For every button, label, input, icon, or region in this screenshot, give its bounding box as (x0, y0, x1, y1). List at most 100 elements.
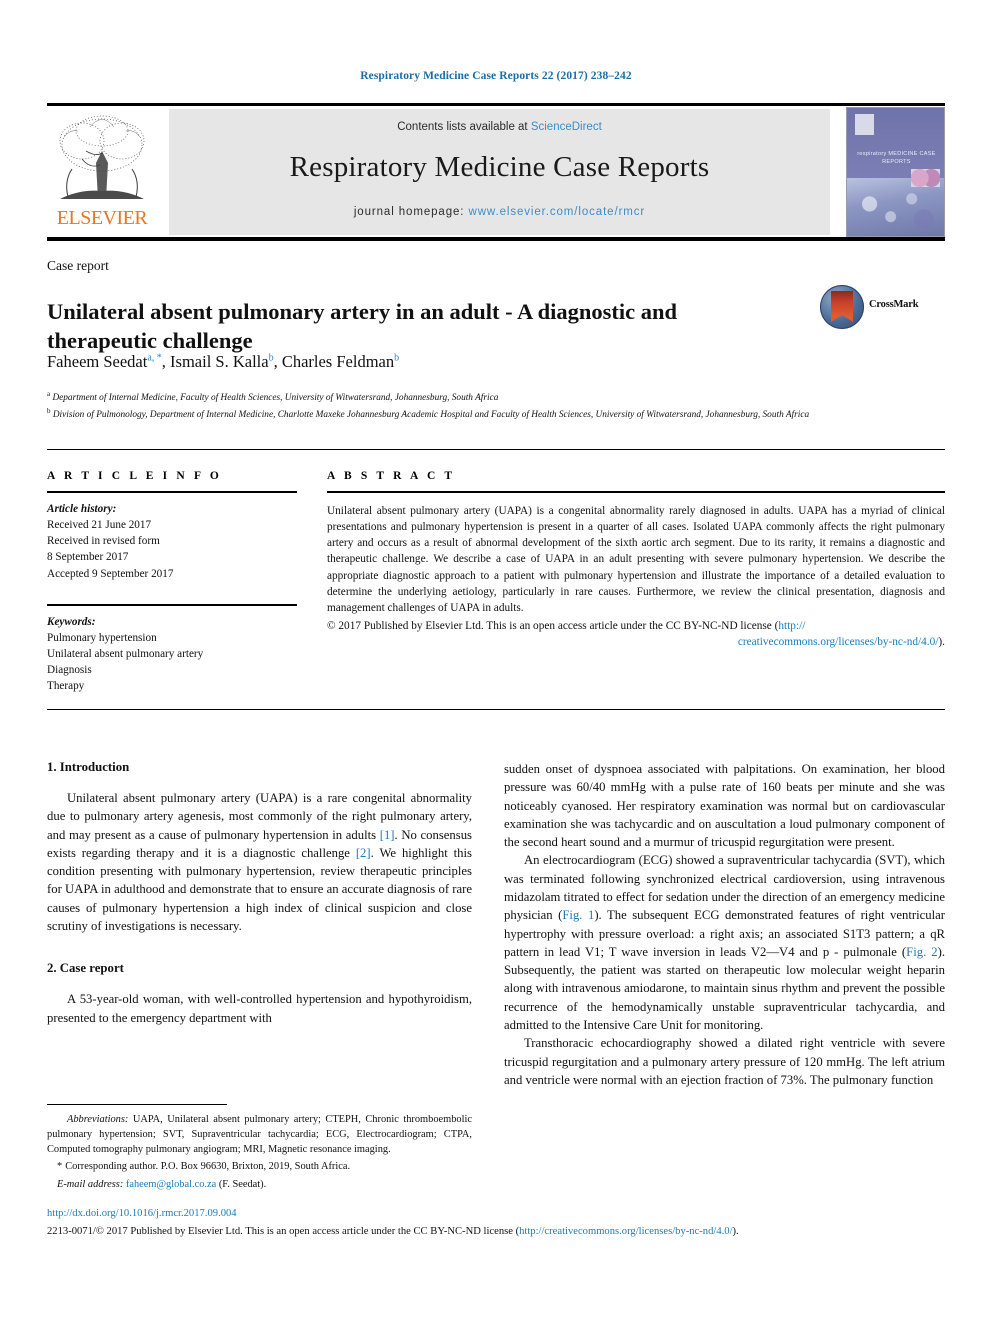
sciencedirect-link[interactable]: ScienceDirect (531, 121, 602, 133)
license-link-part2[interactable]: creativecommons.org/licenses/by-nc-nd/4.… (738, 636, 939, 648)
abstract-copyright-line: © 2017 Published by Elsevier Ltd. This i… (327, 618, 945, 634)
article-info-column: A R T I C L E I N F O Article history: R… (47, 470, 297, 694)
case-paragraph-1-left: A 53-year-old woman, with well-controlle… (47, 990, 472, 1027)
affiliation-list: a Department of Internal Medicine, Facul… (47, 389, 927, 422)
keyword-item-2[interactable]: Diagnosis (47, 662, 297, 678)
author-list: Faheem Seedata, *, Ismail S. Kalla b, Cha… (47, 352, 807, 372)
keyword-item-0[interactable]: Pulmonary hypertension (47, 630, 297, 646)
history-item-1: Received in revised form (47, 535, 160, 548)
abstract-column: A B S T R A C T Unilateral absent pulmon… (327, 470, 945, 650)
elsevier-wordmark: ELSEVIER (56, 207, 148, 229)
author-name-1[interactable]: Ismail S. Kalla (170, 352, 269, 371)
masthead-center-panel: Contents lists available at ScienceDirec… (169, 109, 830, 235)
affiliation-mark-a: a (47, 390, 51, 398)
figure-ref-1[interactable]: Fig. 1 (562, 908, 594, 922)
author-sep-1: , (273, 352, 282, 371)
abstract-license-line: creativecommons.org/licenses/by-nc-nd/4.… (327, 634, 945, 650)
history-item-2: 8 September 2017 (47, 551, 129, 564)
body-column-right: sudden onset of dyspnoea associated with… (504, 760, 945, 1089)
author-name-0[interactable]: Faheem Seedat (47, 352, 147, 371)
case-para1-start: A 53-year-old woman, with well-controlle… (47, 992, 472, 1025)
email-label: E-mail address: (57, 1179, 124, 1191)
affiliation-text-a: Department of Internal Medicine, Faculty… (52, 393, 499, 404)
copyright-suffix: ). (938, 636, 945, 649)
abstract-rule (327, 491, 945, 493)
journal-cover-thumbnail: respiratory MEDICINE CASE REPORTS (846, 107, 945, 237)
issn-prefix: 2213-0071/© 2017 Published by Elsevier L… (47, 1226, 520, 1237)
keyword-item-1[interactable]: Unilateral absent pulmonary artery (47, 646, 297, 662)
affiliation-mark-b: b (47, 406, 51, 415)
abstract-text: Unilateral absent pulmonary artery (UAPA… (327, 505, 945, 614)
crossmark-label: CrossMark (869, 299, 919, 310)
journal-homepage-line: journal homepage: www.elsevier.com/locat… (169, 206, 830, 218)
contents-prefix: Contents lists available at (397, 121, 531, 133)
figure-ref-2[interactable]: Fig. 2 (906, 945, 937, 959)
case-paragraph-3: Transthoracic echocardiography showed a … (504, 1036, 945, 1087)
author-marks-0: a, * (147, 352, 162, 364)
journal-article-page: Respiratory Medicine Case Reports 22 (20… (0, 0, 992, 1323)
corresponding-author-note: * Corresponding author. P.O. Box 96630, B… (47, 1160, 472, 1175)
article-history-group: Article history: Received 21 June 2017 R… (47, 501, 297, 582)
email-link[interactable]: faheem@global.co.za (126, 1179, 216, 1190)
elsevier-logo: ELSEVIER (47, 109, 157, 235)
author-sep-0: , (161, 352, 171, 371)
cover-cell-micrograph (854, 180, 937, 233)
keywords-group: Keywords: Pulmonary hypertension Unilate… (47, 614, 297, 695)
cover-elsevier-mark (854, 114, 875, 135)
doi-link[interactable]: http://dx.doi.org/10.1016/j.rmcr.2017.09… (47, 1208, 237, 1219)
running-head: Respiratory Medicine Case Reports 22 (20… (360, 70, 632, 82)
footnote-block: Abbreviations: UAPA, Unilateral absent p… (47, 1113, 472, 1193)
section-heading-introduction: 1. Introduction (47, 760, 130, 774)
email-owner: (F. Seedat). (218, 1179, 267, 1191)
abstract-block-bottom-rule (47, 709, 945, 710)
article-info-heading: A R T I C L E I N F O (47, 470, 222, 482)
issn-suffix: ). (732, 1226, 739, 1237)
footnote-separator-rule (47, 1104, 227, 1105)
section-heading-case-report: 2. Case report (47, 961, 124, 976)
article-type: Case report (47, 258, 109, 273)
issn-license-link[interactable]: http://creativecommons.org/licenses/by-n… (519, 1226, 732, 1237)
contents-available-line: Contents lists available at ScienceDirec… (169, 121, 830, 133)
affiliation-b: b Division of Pulmonology, Department of… (47, 406, 927, 423)
cover-inset-swatch (911, 169, 941, 188)
body-column-left: 1. Introduction Unilateral absent pulmon… (47, 760, 472, 1027)
keywords-label: Keywords: (47, 615, 96, 628)
license-link-part1[interactable]: http:// (778, 620, 805, 632)
affiliation-a: a Department of Internal Medicine, Facul… (47, 389, 927, 406)
masthead-bottom-rule (47, 237, 945, 241)
case-paragraph-1-cont: sudden onset of dyspnoea associated with… (504, 762, 945, 850)
citation-ref-1[interactable]: [1] (380, 828, 395, 842)
crossmark-badge[interactable]: CrossMark (820, 283, 930, 333)
history-item-0: Received 21 June 2017 (47, 519, 152, 532)
elsevier-tree-icon (59, 115, 145, 199)
author-marks-2: b (394, 352, 400, 364)
intro-paragraph: Unilateral absent pulmonary artery (UAPA… (47, 789, 472, 935)
affiliation-text-b: Division of Pulmonology, Department of I… (52, 409, 810, 420)
journal-title: Respiratory Medicine Case Reports (289, 151, 710, 183)
author-name-2[interactable]: Charles Feldman (282, 352, 394, 371)
keywords-rule (47, 603, 297, 606)
abbreviations-label: Abbreviations: (67, 1114, 129, 1125)
keyword-item-3[interactable]: Therapy (47, 678, 297, 694)
abstract-block-top-rule (47, 449, 945, 450)
journal-masthead: ELSEVIER Contents lists available at Sci… (47, 107, 945, 237)
issn-copyright-line: 2213-0071/© 2017 Published by Elsevier L… (47, 1226, 945, 1237)
case-paragraph-2: An electrocardiogram (ECG) showed a supr… (504, 851, 945, 1034)
citation-ref-2[interactable]: [2] (356, 846, 371, 860)
masthead-top-rule (47, 103, 945, 106)
copyright-prefix: © 2017 Published by Elsevier Ltd. This i… (327, 619, 779, 632)
crossmark-bookmark-shape (831, 291, 853, 322)
page-title: Unilateral absent pulmonary artery in an… (47, 299, 678, 353)
homepage-prefix: journal homepage: (353, 206, 469, 218)
corresponding-author-text: Corresponding author. P.O. Box 96630, Br… (65, 1161, 351, 1173)
abstract-heading: A B S T R A C T (327, 470, 456, 482)
cover-title-text: respiratory MEDICINE CASE REPORTS (857, 151, 936, 166)
corresponding-author-star-icon: * (57, 1161, 63, 1173)
article-info-rule (47, 491, 297, 493)
journal-homepage-link[interactable]: www.elsevier.com/locate/rmcr (469, 206, 646, 218)
article-history-label: Article history: (47, 503, 117, 515)
email-note: E-mail address: faheem@global.co.za (F. … (47, 1178, 472, 1193)
crossmark-icon (820, 285, 864, 329)
abbreviations-note: Abbreviations: UAPA, Unilateral absent p… (47, 1113, 472, 1157)
history-item-3: Accepted 9 September 2017 (47, 567, 174, 580)
